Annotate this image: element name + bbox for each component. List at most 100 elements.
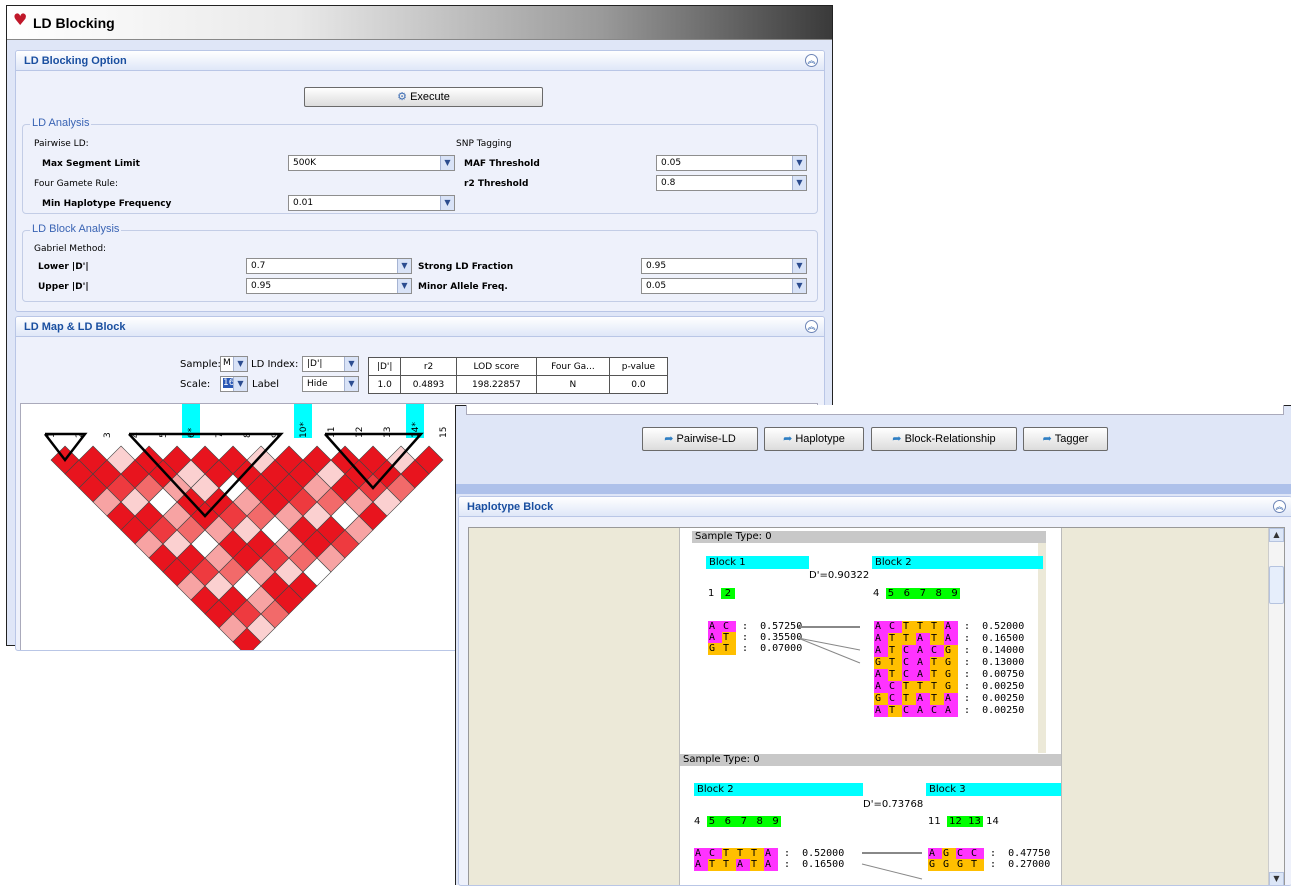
minor-allele-label: Minor Allele Freq. <box>418 282 508 292</box>
chevron-down-icon[interactable]: ▼ <box>344 377 358 391</box>
execute-button[interactable]: ⚙ Execute <box>304 87 543 107</box>
scroll-down-arrow[interactable]: ▼ <box>1269 872 1284 885</box>
vertical-scrollbar[interactable]: ▲ ▼ <box>1268 528 1284 885</box>
r2-threshold-select[interactable]: 0.8 ▼ <box>656 175 807 191</box>
min-haplotype-select[interactable]: 0.01 ▼ <box>288 195 455 211</box>
r2-threshold-label: r2 Threshold <box>464 179 529 189</box>
stats-header: p-value <box>608 357 669 376</box>
index-number: 6 <box>903 588 911 599</box>
scale-select[interactable]: 16 ▼ <box>220 376 248 392</box>
chevron-down-icon[interactable]: ▼ <box>344 357 358 371</box>
panel-header[interactable]: LD Map & LD Block ︽ <box>16 317 824 337</box>
index-number: 8 <box>756 816 763 827</box>
haplotype-connectors <box>861 852 923 880</box>
block-3-label: Block 3 <box>926 783 1061 796</box>
ld-heatmap[interactable]: 1 2 3 4 5 6* 7 8 9 10* 11 12 13 14* 15 <box>21 404 461 651</box>
gear-icon: ⚙ <box>397 91 408 103</box>
scale-label: Scale: <box>180 379 211 390</box>
scroll-up-arrow[interactable]: ▲ <box>1269 528 1284 542</box>
pairwise-ld-button[interactable]: ➦ Pairwise-LD <box>642 427 758 451</box>
collapse-icon[interactable]: ︽ <box>805 54 818 67</box>
index-green-group: 5 6 7 8 9 <box>706 816 781 827</box>
window-top-strip <box>466 405 1284 415</box>
chevron-down-icon[interactable]: ▼ <box>440 196 454 210</box>
tagger-label: Tagger <box>1054 433 1089 445</box>
stats-value: 198.22857 <box>455 375 537 394</box>
chevron-down-icon[interactable]: ▼ <box>792 259 806 273</box>
index-number: 14 <box>986 816 999 827</box>
index-number: 9 <box>772 816 779 827</box>
label-label: Label <box>252 379 279 390</box>
index-number: 12 <box>949 816 962 827</box>
sample-type-header: Sample Type: 0 <box>680 754 1061 766</box>
scroll-thumb[interactable] <box>1269 566 1284 604</box>
title-bar: ♥ LD Blocking <box>7 6 832 40</box>
app-icon: ♥ <box>13 10 28 29</box>
chevron-down-icon[interactable]: ▼ <box>397 279 411 293</box>
chevron-down-icon[interactable]: ▼ <box>792 279 806 293</box>
index-green-group: 12 13 <box>947 816 983 827</box>
snp-label: 13 <box>383 427 393 438</box>
panel-title: LD Blocking Option <box>24 55 127 67</box>
maf-threshold-select[interactable]: 0.05 ▼ <box>656 155 807 171</box>
sample-type-header: Sample Type: 0 <box>692 531 1046 543</box>
d-prime-value: D'=0.90322 <box>809 570 870 581</box>
index-number: 5 <box>708 816 716 827</box>
stats-value: 0.4893 <box>400 375 457 394</box>
upper-d-select[interactable]: 0.95 ▼ <box>246 278 412 294</box>
export-icon: ➦ <box>1042 433 1052 445</box>
block-2-label: Block 2 <box>694 783 863 796</box>
block-1-label: Block 1 <box>706 556 809 569</box>
export-icon: ➦ <box>892 433 902 445</box>
pairwise-ld-label: Pairwise LD: <box>34 139 89 149</box>
gabriel-method-label: Gabriel Method: <box>34 244 107 254</box>
block-relationship-label: Block-Relationship <box>904 433 996 445</box>
label-select[interactable]: Hide ▼ <box>302 376 359 392</box>
collapse-icon[interactable]: ︽ <box>1273 500 1286 513</box>
maf-threshold-label: MAF Threshold <box>464 159 540 169</box>
snp-label: 6* <box>187 427 197 438</box>
upper-d-label: Upper |D'| <box>38 282 89 292</box>
stats-header: |D'| <box>367 357 402 376</box>
tagger-button[interactable]: ➦ Tagger <box>1023 427 1108 451</box>
sample-select[interactable]: M ▼ <box>220 356 248 372</box>
min-haplotype-value: 0.01 <box>293 198 314 208</box>
chevron-down-icon[interactable]: ▼ <box>792 176 806 190</box>
chevron-down-icon[interactable]: ▼ <box>233 357 247 371</box>
block-3-index: 11 12 13 14 <box>928 816 999 828</box>
panel-title: LD Map & LD Block <box>24 321 126 333</box>
panel-header[interactable]: LD Blocking Option ︽ <box>16 51 824 71</box>
haplotype-display[interactable]: Sample Type: 0 Block 1 Block 2 D'=0.9032… <box>468 527 1285 885</box>
block-2-index: 4 5 6 7 8 9 <box>873 588 960 600</box>
chevron-down-icon[interactable]: ▼ <box>233 377 247 391</box>
haplotype-button[interactable]: ➦ Haplotype <box>764 427 864 451</box>
index-green-group: 5 6 7 8 9 <box>885 588 960 599</box>
chevron-down-icon[interactable]: ▼ <box>440 156 454 170</box>
index-number: 2 <box>720 588 736 599</box>
minor-allele-value: 0.05 <box>646 281 667 291</box>
minor-allele-select[interactable]: 0.05 ▼ <box>641 278 807 294</box>
lower-d-value: 0.7 <box>251 261 266 271</box>
lower-d-select[interactable]: 0.7 ▼ <box>246 258 412 274</box>
max-segment-select[interactable]: 500K ▼ <box>288 155 455 171</box>
collapse-icon[interactable]: ︽ <box>805 320 818 333</box>
export-icon: ➦ <box>664 433 674 445</box>
index-number: 7 <box>919 588 926 599</box>
stats-value-row: 1.0 0.4893 198.22857 N 0.0 <box>367 375 669 394</box>
chevron-down-icon[interactable]: ▼ <box>397 259 411 273</box>
stats-header: LOD score <box>455 357 537 376</box>
block-1-index: 1 2 <box>708 588 736 600</box>
haplotype-image: Sample Type: 0 Block 1 Block 2 D'=0.9032… <box>679 528 1062 885</box>
index-number: 6 <box>724 816 732 827</box>
index-number: 4 <box>873 588 880 599</box>
haplotype-connectors <box>797 626 861 664</box>
chevron-down-icon[interactable]: ▼ <box>792 156 806 170</box>
execute-label: Execute <box>410 91 450 103</box>
haplotype-window: ➦ Pairwise-LD ➦ Haplotype ➦ Block-Relati… <box>455 405 1291 886</box>
d-prime-value: D'=0.73768 <box>863 799 924 810</box>
panel-header[interactable]: Haplotype Block ︽ <box>459 497 1291 517</box>
strong-ld-select[interactable]: 0.95 ▼ <box>641 258 807 274</box>
ld-index-select[interactable]: |D'| ▼ <box>302 356 359 372</box>
ld-index-value: |D'| <box>307 359 323 369</box>
block-relationship-button[interactable]: ➦ Block-Relationship <box>871 427 1017 451</box>
